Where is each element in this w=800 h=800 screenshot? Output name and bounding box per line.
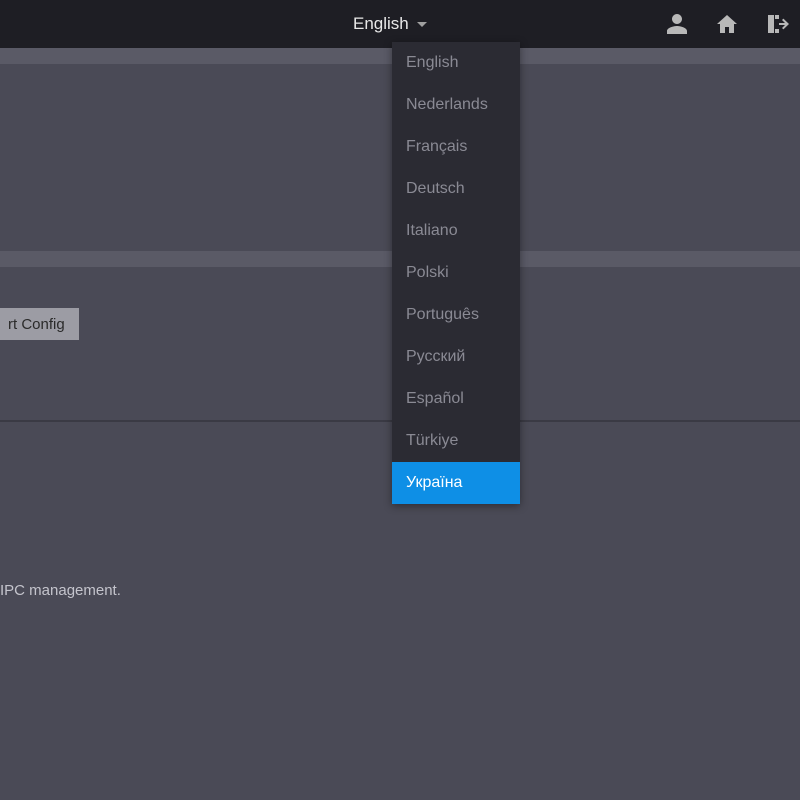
language-option-francais[interactable]: Français — [392, 126, 520, 168]
home-icon[interactable] — [714, 11, 740, 37]
import-config-label: rt Config — [8, 316, 65, 333]
logout-icon[interactable] — [764, 11, 790, 37]
user-icon[interactable] — [664, 11, 690, 37]
language-option-italiano[interactable]: Italiano — [392, 210, 520, 252]
language-option-espanol[interactable]: Español — [392, 378, 520, 420]
top-bar: English — [0, 0, 800, 48]
language-option-turkiye[interactable]: Türkiye — [392, 420, 520, 462]
import-config-button[interactable]: rt Config — [0, 308, 79, 340]
language-current-label: English — [353, 14, 409, 34]
language-option-nederlands[interactable]: Nederlands — [392, 84, 520, 126]
language-dropdown: English Nederlands Français Deutsch Ital… — [392, 42, 520, 504]
language-option-portugues[interactable]: Português — [392, 294, 520, 336]
language-option-deutsch[interactable]: Deutsch — [392, 168, 520, 210]
language-selector[interactable]: English — [353, 0, 427, 48]
language-option-english[interactable]: English — [392, 42, 520, 84]
language-option-russian[interactable]: Русский — [392, 336, 520, 378]
caret-down-icon — [417, 22, 427, 27]
language-option-polski[interactable]: Polski — [392, 252, 520, 294]
topbar-icon-group — [664, 0, 790, 48]
footer-text: IPC management. — [0, 582, 121, 599]
language-option-ukraine[interactable]: Україна — [392, 462, 520, 504]
